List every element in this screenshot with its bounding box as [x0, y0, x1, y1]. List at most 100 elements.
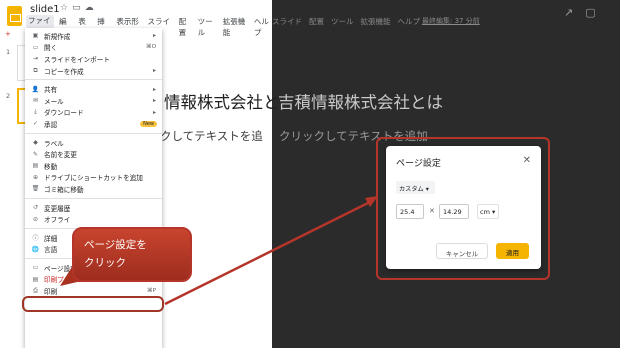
file-menu-item-label: 言語 [44, 246, 58, 255]
info-icon: ⓘ [32, 235, 39, 243]
times-icon: ✕ [429, 207, 435, 215]
menu-tools[interactable]: ツール [198, 16, 216, 37]
file-menu-item-copy[interactable]: ⧉ コピーを作成 ▸ [25, 65, 162, 77]
menu-insert[interactable]: 挿入 [97, 16, 109, 37]
close-icon[interactable]: ✕ [523, 155, 531, 166]
file-menu-item-download[interactable]: ⤓ ダウンロード ▸ [25, 107, 162, 119]
header-icons: ↗▢ [564, 6, 608, 19]
toolbar: + [5, 30, 11, 38]
comment-icon: ▢ [585, 6, 608, 19]
file-menu-item-new[interactable]: ▣ 新規作成 ▸ [25, 30, 162, 42]
shortcut-icon: ⊕ [32, 173, 39, 181]
menu-edit[interactable]: 編集 [59, 16, 71, 37]
menu-view[interactable]: 表示 [78, 16, 90, 37]
language-icon: 🌐 [31, 245, 40, 253]
cloud-icon[interactable]: ☁ [85, 3, 98, 13]
rename-icon: ✎ [32, 150, 39, 158]
menubar: ファイル 編集 表示 挿入 表示形式 スライド 配置 ツール 拡張機能 ヘルプ [26, 15, 272, 37]
file-menu-item-approval[interactable]: ✓ 承認 New [25, 118, 162, 130]
menu-file[interactable]: ファイル [26, 15, 55, 36]
copy-icon: ⧉ [33, 66, 38, 74]
file-menu-item-label: 印刷 [44, 288, 58, 297]
slides-logo-icon[interactable] [7, 6, 22, 26]
file-menu-item-rename[interactable]: ✎ 名前を変更 [25, 148, 162, 160]
trash-icon: 🗑 [31, 185, 40, 193]
menu-separator [25, 79, 162, 81]
page-setup-highlight [22, 296, 164, 312]
title-icons: ☆▭☁ [60, 3, 98, 13]
share-icon: 👤 [31, 85, 40, 93]
file-menu-item-label: オフライ [44, 216, 71, 225]
star-icon[interactable]: ☆ [60, 3, 72, 13]
import-icon: ⇥ [32, 55, 39, 63]
file-menu-item-label: スライドをインポート [44, 55, 110, 64]
download-icon: ⤓ [34, 108, 37, 116]
file-menu-item-label: ダウンロード [44, 109, 84, 118]
file-menu-item-label: 共有 [44, 86, 58, 95]
page-setup-icon: ▭ [32, 264, 39, 272]
file-menu-item-label: 変更履歴 [44, 204, 71, 213]
menu-slide[interactable]: スライド [147, 16, 171, 37]
file-menu-item-history[interactable]: ↺ 変更履歴 [25, 202, 162, 214]
menu-format[interactable]: 表示形式 [116, 16, 140, 37]
print-icon: ⎙ [33, 287, 38, 295]
file-menu-item-label: 新規作成 [44, 32, 71, 41]
file-menu-item-label: コピーを作成 [44, 67, 84, 76]
offline-icon: ⊘ [32, 215, 39, 223]
width-input[interactable]: 25.4 [396, 204, 424, 219]
submenu-arrow-icon: ▸ [152, 85, 156, 93]
file-menu-item-label[interactable]: ◆ ラベル [25, 137, 162, 149]
print-preview-icon: ▤ [32, 275, 39, 283]
file-menu-item-open[interactable]: ▭ 開く ⌘O [25, 42, 162, 54]
keyboard-shortcut: ⌘P [147, 288, 156, 295]
apply-button[interactable]: 適用 [496, 243, 529, 259]
file-menu-item-label: 名前を変更 [44, 151, 77, 160]
file-menu-item-mail[interactable]: ✉ メール ▸ [25, 95, 162, 107]
keyboard-shortcut: ⌘O [146, 44, 156, 51]
file-menu-item-label: ドライブにショートカットを追加 [44, 174, 143, 183]
dim-menu-arrange: 配置 [309, 17, 324, 26]
dim-menu-slide: スライド [272, 17, 302, 26]
submenu-arrow-icon: ▸ [152, 67, 156, 75]
submenu-arrow-icon: ▸ [152, 97, 156, 105]
new-badge: New [140, 120, 157, 127]
unit-dropdown[interactable]: cm ▾ [477, 204, 499, 219]
dim-menu-tools: ツール [331, 17, 354, 26]
submenu-arrow-icon: ▸ [152, 32, 156, 40]
size-preset-dropdown[interactable]: カスタム ▾ [396, 181, 435, 194]
dialog-title: ページ設定 [396, 159, 441, 169]
menu-help[interactable]: ヘルプ [254, 16, 272, 37]
document-title[interactable]: slide1 [30, 4, 60, 15]
file-menu-item-label: メール [44, 97, 64, 106]
file-menu-item-share[interactable]: 👤 共有 ▸ [25, 83, 162, 95]
new-icon: ▣ [32, 32, 39, 40]
menu-arrange[interactable]: 配置 [179, 16, 191, 37]
dim-menu-help: ヘルプ [397, 17, 421, 26]
history-icon: ↺ [32, 204, 39, 212]
move-icon: ▤ [32, 162, 39, 170]
instruction-callout: ページ設定を クリック [72, 227, 192, 282]
file-menu-item-shortcut[interactable]: ⊕ ドライブにショートカットを追加 [25, 172, 162, 184]
file-menu-item-move[interactable]: ▤ 移動 [25, 160, 162, 172]
submenu-arrow-icon: ▸ [152, 108, 156, 116]
file-menu-item-trash[interactable]: 🗑 ゴミ箱に移動 [25, 183, 162, 195]
label-icon: ◆ [33, 139, 38, 147]
file-menu-item-import[interactable]: ⇥ スライドをインポート [25, 53, 162, 65]
menu-separator [25, 197, 162, 199]
open-icon: ▭ [32, 43, 39, 51]
height-input[interactable]: 14.29 [439, 204, 469, 219]
folder-icon[interactable]: ▭ [72, 3, 85, 13]
filmstrip-number: 1 [6, 48, 11, 56]
file-menu-item-offline[interactable]: ⊘ オフライ [25, 213, 162, 225]
menu-separator [25, 132, 162, 134]
cancel-button[interactable]: キャンセル [436, 243, 488, 259]
file-menu-item-label: 承認 [44, 120, 58, 129]
menu-extensions[interactable]: 拡張機能 [223, 16, 247, 37]
dim-menubar: スライド 配置 ツール 拡張機能 ヘルプ [272, 16, 420, 27]
approval-icon: ✓ [32, 120, 39, 128]
filmstrip-number: 2 [6, 92, 11, 100]
dim-menu-extensions: 拡張機能 [360, 17, 391, 26]
new-slide-plus-icon[interactable]: + [5, 30, 11, 38]
mail-icon: ✉ [32, 97, 39, 105]
file-menu-item-label: ラベル [44, 139, 64, 148]
